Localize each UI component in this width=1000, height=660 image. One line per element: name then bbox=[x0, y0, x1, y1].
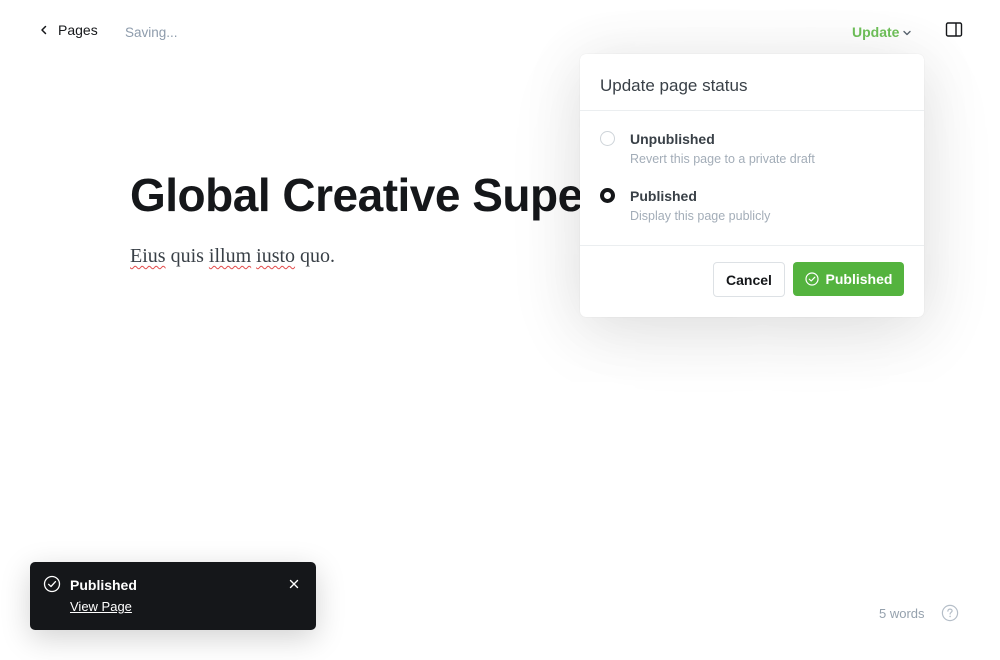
chevron-down-icon bbox=[903, 30, 912, 36]
body-word: quis bbox=[170, 245, 204, 267]
option-description: Display this page publicly bbox=[630, 209, 771, 223]
update-status-popover: Update page status Unpublished Revert th… bbox=[580, 54, 924, 317]
option-text: Published Display this page publicly bbox=[630, 188, 770, 223]
sidebar-toggle-icon[interactable] bbox=[944, 20, 964, 40]
chevron-left-icon bbox=[41, 25, 47, 35]
view-page-link[interactable]: View Page bbox=[70, 599, 132, 614]
update-dropdown-button[interactable]: Update bbox=[852, 24, 912, 40]
popover-heading: Update page status bbox=[580, 54, 924, 111]
back-link-label: Pages bbox=[58, 22, 98, 38]
radio-published[interactable] bbox=[600, 188, 615, 203]
close-icon[interactable] bbox=[288, 578, 300, 590]
body-word: iusto bbox=[256, 245, 296, 267]
saving-status: Saving... bbox=[125, 25, 178, 40]
option-description: Revert this page to a private draft bbox=[630, 152, 815, 166]
body-word: Eius bbox=[130, 245, 166, 267]
help-circle-icon[interactable] bbox=[941, 604, 959, 622]
body-word: quo. bbox=[300, 245, 336, 267]
update-button-label: Update bbox=[852, 24, 900, 40]
check-circle-icon bbox=[804, 272, 819, 286]
word-count: 5 words bbox=[879, 606, 925, 621]
option-label: Unpublished bbox=[630, 131, 715, 147]
option-text: Unpublished Revert this page to a privat… bbox=[630, 131, 815, 166]
toast-title: Published bbox=[70, 577, 137, 593]
back-to-pages-link[interactable]: Pages bbox=[38, 22, 98, 38]
cancel-button[interactable]: Cancel bbox=[713, 262, 785, 297]
publish-button-label: Published bbox=[825, 271, 893, 287]
check-circle-icon bbox=[43, 575, 61, 593]
popover-divider bbox=[580, 245, 924, 246]
post-body[interactable]: Eius quis illum iusto quo. bbox=[130, 245, 335, 268]
post-title[interactable]: Global Creative Supe bbox=[130, 168, 583, 222]
publish-button[interactable]: Published bbox=[793, 262, 904, 296]
option-label: Published bbox=[630, 188, 697, 204]
body-word: illum bbox=[208, 245, 252, 267]
status-option-unpublished[interactable]: Unpublished Revert this page to a privat… bbox=[600, 131, 815, 166]
page-editor: Pages Saving... Update Global Creative S… bbox=[0, 0, 1000, 660]
status-option-published[interactable]: Published Display this page publicly bbox=[600, 188, 770, 223]
title-text: Global Creative Supe bbox=[130, 169, 583, 221]
radio-unpublished[interactable] bbox=[600, 131, 615, 146]
published-toast: Published View Page bbox=[30, 562, 316, 630]
